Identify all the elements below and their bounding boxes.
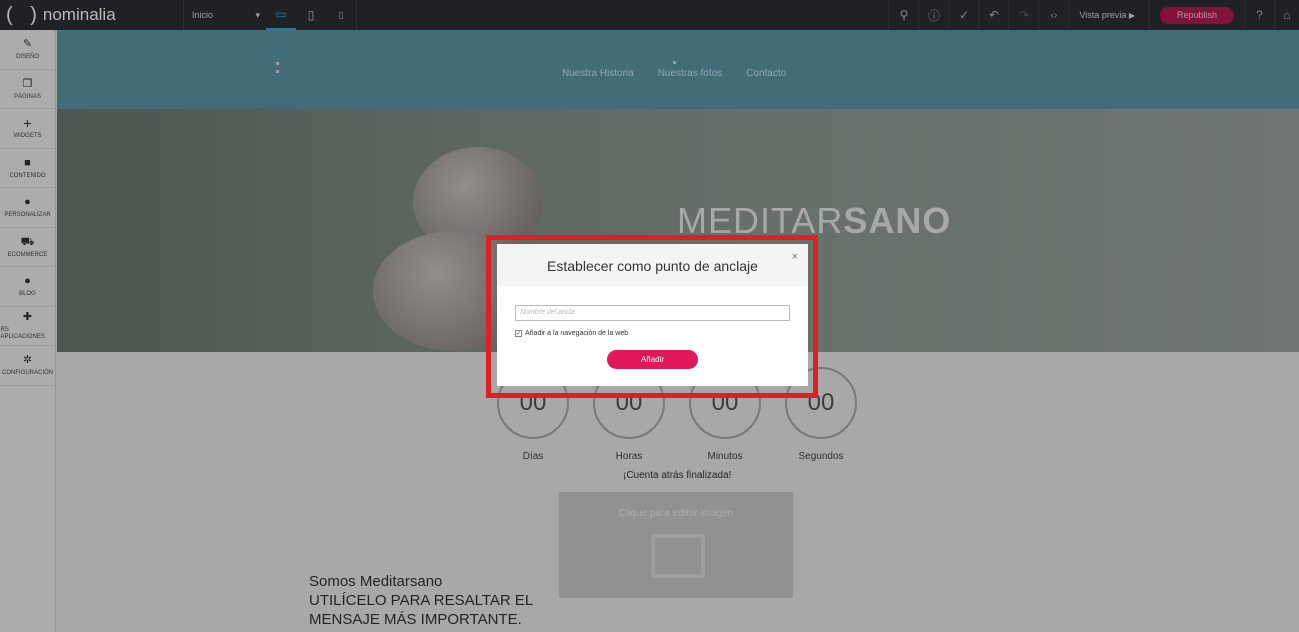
add-button[interactable]: Añadir: [607, 350, 698, 369]
dialog-header: Establecer como punto de anclaje ×: [497, 244, 808, 286]
dialog-title: Establecer como punto de anclaje: [547, 258, 758, 274]
anchor-dialog: Establecer como punto de anclaje × Nombr…: [497, 244, 808, 386]
anchor-name-input[interactable]: Nombre del ancla: [515, 305, 790, 321]
add-to-nav-option[interactable]: ✓ Añadir a la navegación de la web: [515, 330, 628, 337]
close-icon[interactable]: ×: [792, 251, 798, 263]
add-to-nav-checkbox[interactable]: ✓: [515, 330, 522, 337]
add-to-nav-label: Añadir a la navegación de la web: [525, 330, 629, 337]
